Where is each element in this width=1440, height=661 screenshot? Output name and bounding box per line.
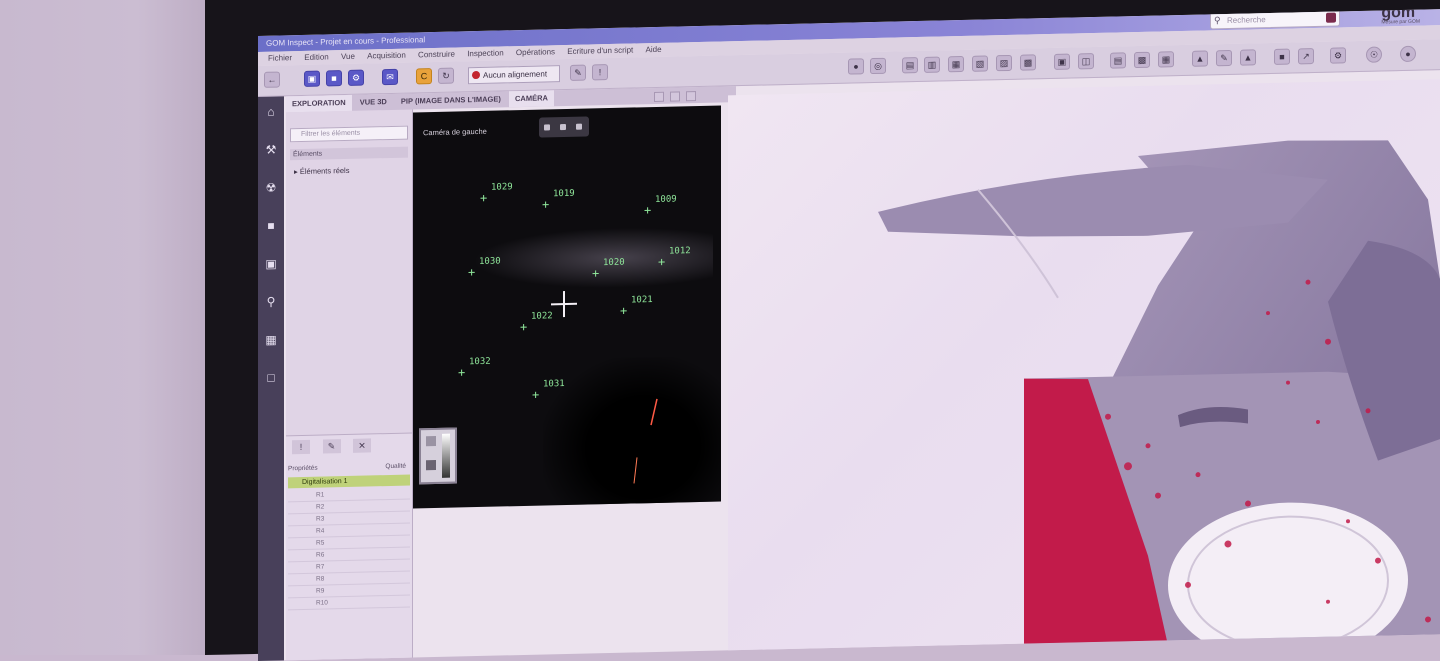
scale-swatch [426,435,436,447]
brightness-scale[interactable] [419,427,457,485]
3d-viewport[interactable] [728,79,1440,661]
selected-row-label: Digitalisation 1 [302,477,348,487]
clear-search-icon[interactable] [1326,12,1336,23]
report-icon[interactable]: □ [264,371,278,385]
logo-subtitle: Mesure par GOM [1381,18,1420,26]
sketch-icon[interactable]: ✎ [1216,49,1232,67]
car-mesh-scan [878,140,1440,661]
stop-icon [472,70,480,80]
image-icon[interactable]: ▲ [1192,50,1208,67]
explorer-filter-input[interactable]: Filtrer les éléments [290,125,408,143]
paint-icon[interactable]: ▲ [1240,49,1256,66]
elements-section-label: Éléments [293,150,323,159]
magnifier-icon[interactable]: ⚲ [264,295,278,309]
script-icon[interactable]: ✎ [570,64,586,81]
scale-swatch [426,459,436,471]
grid-view-icon[interactable]: ▦ [1158,51,1174,68]
view-left-icon[interactable]: ▨ [996,54,1012,72]
tree-item-actual-elements[interactable]: ▸ Éléments réels [294,166,349,176]
project-icon[interactable]: ▣ [304,70,320,87]
radiation-icon[interactable]: ☢ [264,181,278,195]
view-front-icon[interactable]: ▥ [924,56,940,73]
menu-item-inspection[interactable]: Inspection [467,46,503,61]
alignment-dropdown[interactable]: Aucun alignement [468,65,560,85]
view-side-icon[interactable]: ▦ [948,55,964,73]
menu-item-view[interactable]: Vue [341,50,355,64]
background-wall [0,0,230,655]
view-top-icon[interactable]: ▤ [902,57,918,74]
menu-item-edit[interactable]: Edition [304,50,328,65]
tree-item-label: Éléments réels [299,165,350,177]
view-right-icon[interactable]: ▩ [1020,54,1036,71]
globe-icon[interactable]: ◎ [870,57,886,75]
left-sidebar: ⌂ ⚒ ☢ ■ ▣ ⚲ ▦ □ [258,96,284,661]
tab-pip[interactable]: PIP (IMAGE DANS L'IMAGE) [395,91,507,110]
menu-item-construct[interactable]: Construire [418,48,455,63]
search-placeholder: Recherche [1227,15,1266,26]
save-icon[interactable]: ■ [326,70,342,87]
pin-icon[interactable] [654,91,664,103]
delete-icon[interactable]: ✕ [353,438,372,453]
pointer-icon[interactable]: ● [1400,45,1416,63]
close-icon[interactable] [686,91,696,102]
view-back-icon[interactable]: ▧ [972,55,988,72]
filter-placeholder: Filtrer les éléments [301,129,361,139]
gom-logo: gom Mesure par GOM [1381,9,1420,25]
calculator-icon[interactable]: ▦ [264,333,278,347]
wrench-icon[interactable]: ⚒ [264,143,278,157]
refresh-icon[interactable]: ↻ [438,67,454,84]
view-controls [654,88,714,103]
properties-toolbar: ! ✎ ✕ [292,438,381,455]
cube-icon[interactable]: ▣ [1054,53,1070,70]
laser-line [633,457,638,484]
info-icon[interactable]: ! [592,64,608,81]
back-icon[interactable]: ← [264,71,280,88]
alignment-label: Aucun alignement [483,69,548,80]
monitor-icon[interactable]: ▣ [264,257,278,271]
tab-camera[interactable]: CAMÉRA [508,90,554,108]
split-view-icon[interactable]: ▩ [1134,51,1150,69]
camera-overlay [633,398,658,484]
info-icon[interactable]: ! [292,439,310,455]
search-icon: ⚲ [1214,15,1221,26]
laser-line [650,398,658,426]
app-window: GOM Inspect - Projet en cours - Professi… [258,9,1440,661]
window-icon[interactable]: ▤ [1110,52,1126,69]
palette-icon[interactable]: ● [848,58,864,75]
tab-exploration[interactable]: EXPLORATION [286,94,352,113]
settings-icon[interactable]: ⚙ [348,69,364,86]
maximize-icon[interactable] [670,91,680,102]
target-icon[interactable]: ☉ [1366,46,1382,63]
recompute-icon[interactable]: C [416,68,432,85]
comment-icon[interactable]: ✉ [382,68,398,86]
window-title: GOM Inspect - Projet en cours - Professi… [266,35,426,48]
menu-item-operations[interactable]: Opérations [516,45,555,60]
preferences-icon[interactable]: ⚙ [1330,47,1346,64]
disk-icon[interactable]: ■ [1274,48,1290,65]
home-icon[interactable]: ⌂ [264,105,278,119]
layers-icon[interactable]: ◫ [1078,53,1094,70]
scale-gradient [442,433,450,478]
tab-3d-view[interactable]: VUE 3D [354,94,393,111]
menu-item-script[interactable]: Ecriture d'un script [567,43,633,58]
menu-item-acquisition[interactable]: Acquisition [367,49,406,64]
properties-col-left: Propriétés [288,464,318,473]
menu-item-file[interactable]: Fichier [268,51,292,66]
camera-icon[interactable]: ■ [264,219,278,233]
properties-col-right: Qualité [385,462,406,471]
edit-icon[interactable]: ✎ [322,439,341,454]
properties-rows: R1 R2 R3 R4 R5 R6 R7 R8 R9 R10 [288,487,410,611]
chart-icon[interactable]: ↗ [1298,48,1314,65]
camera-view[interactable]: Caméra de gauche 1029 +1019 +1009 +1030 +102… [413,105,721,509]
menu-item-help[interactable]: Aide [646,43,662,57]
